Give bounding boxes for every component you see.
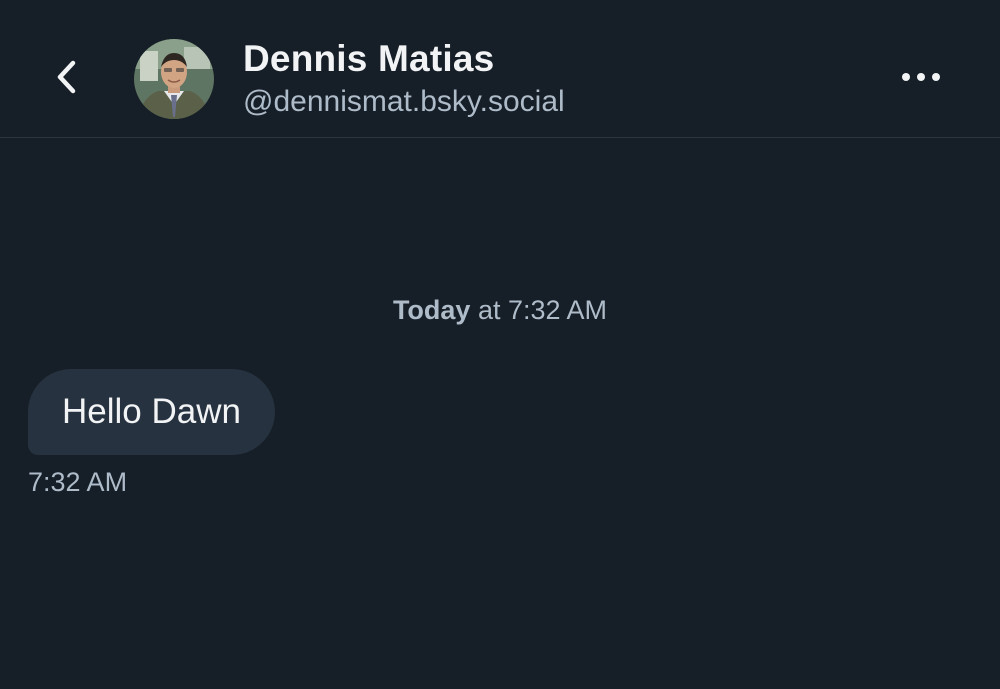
contact-display-name: Dennis Matias <box>243 38 495 79</box>
profile-photo <box>134 39 214 119</box>
message-timestamp: 7:32 AM <box>28 467 128 497</box>
ellipsis-dot <box>932 73 940 81</box>
contact-handle: @dennismat.bsky.social <box>243 85 565 118</box>
more-options-button[interactable] <box>893 60 949 94</box>
contact-info[interactable]: Dennis Matias @dennismat.bsky.social <box>243 38 565 122</box>
date-separator-time: at 7:32 AM <box>470 295 608 325</box>
ellipsis-dot <box>917 73 925 81</box>
date-separator-day: Today <box>392 295 471 325</box>
back-button[interactable] <box>44 54 90 100</box>
message-text: Hello Dawn <box>62 392 241 431</box>
message-bubble[interactable]: Hello Dawn <box>28 369 275 455</box>
chat-screen: Dennis Matias @dennismat.bsky.social Tod… <box>0 0 1000 689</box>
ellipsis-horizontal-icon <box>902 73 910 81</box>
date-separator: Today at 7:32 AM <box>0 292 1000 328</box>
chevron-left-icon <box>57 60 76 94</box>
chat-header: Dennis Matias @dennismat.bsky.social <box>0 0 1000 138</box>
avatar[interactable] <box>134 39 214 119</box>
